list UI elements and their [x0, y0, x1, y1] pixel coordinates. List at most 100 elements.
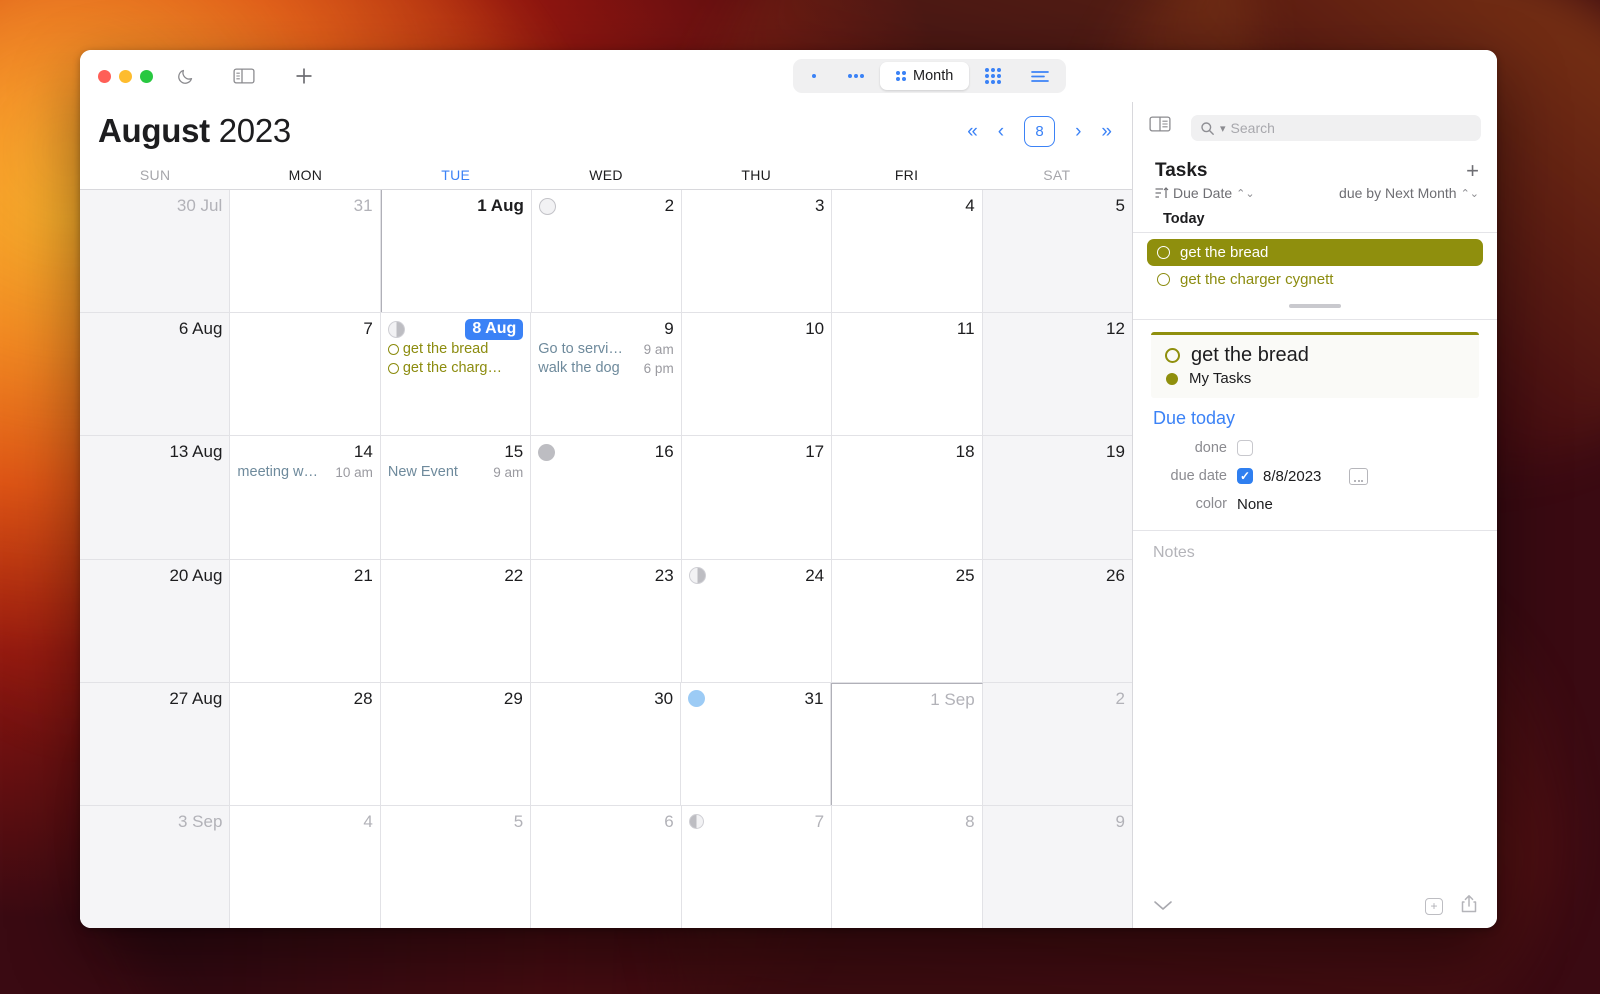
day-cell[interactable]: 2: [982, 682, 1132, 805]
day-cell[interactable]: 13 Aug: [80, 436, 231, 559]
day-number[interactable]: 6 Aug: [179, 319, 223, 339]
day-number[interactable]: 3 Sep: [178, 812, 222, 832]
add-task-button[interactable]: +: [1466, 160, 1479, 182]
day-cell[interactable]: 19: [982, 436, 1132, 559]
day-cell[interactable]: 12: [982, 313, 1132, 436]
day-cell[interactable]: 3 Sep: [80, 805, 231, 928]
add-event-button[interactable]: [291, 63, 317, 89]
day-cell[interactable]: 29: [381, 682, 531, 805]
color-value[interactable]: None: [1237, 496, 1273, 513]
day-cell[interactable]: 16: [531, 436, 682, 559]
day-cell[interactable]: 25: [832, 559, 983, 682]
day-cell[interactable]: 8: [832, 805, 983, 928]
day-number[interactable]: 1 Aug: [477, 196, 524, 216]
day-number[interactable]: 18: [956, 442, 975, 462]
day-number[interactable]: 31: [804, 689, 823, 709]
day-number[interactable]: 19: [1106, 442, 1125, 462]
day-number[interactable]: 21: [354, 566, 373, 586]
nav-first-button[interactable]: «: [967, 122, 978, 141]
nav-next-button[interactable]: ›: [1075, 122, 1081, 141]
event-chip[interactable]: New Event 9 am: [388, 463, 523, 482]
day-number[interactable]: 10: [805, 319, 824, 339]
task-chip[interactable]: get the charg…: [387, 359, 523, 378]
day-cell[interactable]: 2: [532, 190, 683, 313]
day-cell[interactable]: 28: [230, 682, 381, 805]
day-number[interactable]: 7: [363, 319, 372, 339]
task-complete-circle-icon[interactable]: [387, 363, 399, 375]
day-number[interactable]: 4: [363, 812, 372, 832]
day-number[interactable]: 14: [354, 442, 373, 462]
share-icon[interactable]: [1461, 894, 1477, 918]
done-checkbox[interactable]: [1237, 440, 1253, 456]
day-cell[interactable]: 26: [982, 559, 1132, 682]
due-date-checkbox[interactable]: [1237, 468, 1253, 484]
search-scope-chevron-down-icon[interactable]: ▾: [1220, 122, 1226, 135]
event-chip[interactable]: Go to servi… 9 am: [538, 340, 673, 359]
selected-day-number[interactable]: 8 Aug: [465, 318, 524, 340]
day-number[interactable]: 1 Sep: [930, 690, 974, 710]
day-number[interactable]: 9: [664, 319, 673, 339]
day-cell[interactable]: 8 Aug get the bread get the charg…: [381, 313, 532, 436]
day-cell[interactable]: 1 Aug: [380, 190, 532, 313]
day-number[interactable]: 8: [965, 812, 974, 832]
event-chip[interactable]: walk the dog 6 pm: [538, 359, 673, 378]
day-number[interactable]: 26: [1106, 566, 1125, 586]
day-cell[interactable]: 3: [682, 190, 833, 313]
day-number[interactable]: 9: [1115, 812, 1124, 832]
day-cell[interactable]: 15 New Event 9 am: [381, 436, 532, 559]
day-cell[interactable]: 6 Aug: [80, 313, 231, 436]
day-cell[interactable]: 31: [681, 682, 832, 805]
notes-field[interactable]: Notes: [1133, 530, 1497, 884]
day-cell[interactable]: 17: [682, 436, 833, 559]
day-number[interactable]: 20 Aug: [169, 566, 222, 586]
day-cell[interactable]: 11: [832, 313, 983, 436]
view-month-button[interactable]: Month: [880, 62, 970, 90]
task-detail-card[interactable]: get the bread My Tasks: [1151, 332, 1479, 398]
day-number[interactable]: 25: [956, 566, 975, 586]
day-number[interactable]: 16: [655, 442, 674, 462]
day-cell[interactable]: 21: [230, 559, 381, 682]
nav-last-button[interactable]: »: [1101, 122, 1112, 141]
day-cell[interactable]: 23: [531, 559, 682, 682]
day-cell[interactable]: 7: [682, 805, 833, 928]
nav-prev-button[interactable]: ‹: [998, 122, 1004, 141]
search-input[interactable]: ▾ Search: [1191, 115, 1481, 141]
day-cell[interactable]: 7: [230, 313, 381, 436]
filter-control[interactable]: due by Next Month ⌃⌄: [1339, 185, 1479, 201]
day-number[interactable]: 15: [504, 442, 523, 462]
day-cell[interactable]: 5: [381, 805, 532, 928]
day-number[interactable]: 28: [354, 689, 373, 709]
day-number[interactable]: 30: [654, 689, 673, 709]
day-number[interactable]: 24: [805, 566, 824, 586]
day-number[interactable]: 22: [504, 566, 523, 586]
day-number[interactable]: 12: [1106, 319, 1125, 339]
day-number[interactable]: 7: [815, 812, 824, 832]
day-cell[interactable]: 27 Aug: [80, 682, 231, 805]
task-chip[interactable]: get the bread: [387, 340, 523, 359]
day-number[interactable]: 5: [1116, 196, 1125, 216]
task-complete-circle-icon[interactable]: [1157, 273, 1170, 286]
moon-icon[interactable]: [173, 63, 199, 89]
minimize-button[interactable]: [119, 69, 132, 83]
sidebar-toggle-icon[interactable]: [231, 63, 257, 89]
view-day-button[interactable]: [796, 62, 832, 90]
day-cell[interactable]: 9 Go to servi… 9 am walk the dog 6 pm: [531, 313, 682, 436]
day-number[interactable]: 30 Jul: [177, 196, 222, 216]
add-card-icon[interactable]: +: [1425, 897, 1443, 915]
day-number[interactable]: 5: [514, 812, 523, 832]
day-cell[interactable]: 4: [832, 190, 983, 313]
chevron-down-icon[interactable]: [1153, 898, 1173, 915]
task-complete-circle-icon[interactable]: [387, 344, 399, 356]
day-cell[interactable]: 22: [381, 559, 532, 682]
day-cell[interactable]: 20 Aug: [80, 559, 231, 682]
day-number[interactable]: 23: [655, 566, 674, 586]
day-cell[interactable]: 30: [531, 682, 682, 805]
day-cell[interactable]: 18: [832, 436, 983, 559]
day-cell[interactable]: 30 Jul: [80, 190, 231, 313]
day-cell[interactable]: 4: [230, 805, 381, 928]
sort-control[interactable]: Due Date ⌃⌄: [1155, 185, 1255, 201]
view-week-button[interactable]: [832, 62, 880, 90]
day-number[interactable]: 4: [965, 196, 974, 216]
view-year-button[interactable]: [969, 62, 1017, 90]
close-button[interactable]: [98, 69, 111, 83]
